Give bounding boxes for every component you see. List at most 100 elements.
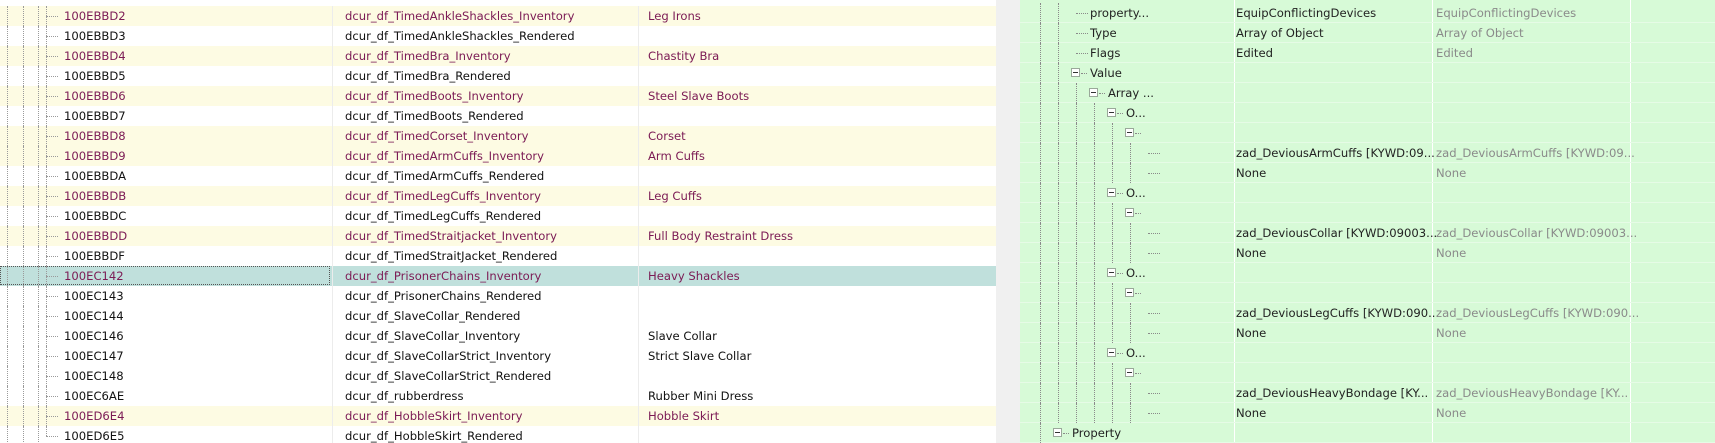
table-row[interactable]: 100ED6E5 dcur_df_HobbleSkirt_Rendered [0,426,996,443]
tree-row[interactable]: zad_DeviousLegCuffs [KYWD:090... zad_Devi… [1020,303,1715,323]
collapse-icon[interactable] [1125,208,1134,217]
tree-row[interactable]: None None [1020,163,1715,183]
editor-id-cell: dcur_df_TimedLegCuffs_Inventory [345,189,542,203]
table-row[interactable]: 100EBBD9 dcur_df_TimedArmCuffs_Inventory A… [0,146,996,166]
value-cell[interactable]: None [1236,403,1444,423]
collapse-icon[interactable] [1071,68,1080,77]
tree-row[interactable]: zad_DeviousHeavyBondage [KY... zad_Deviou… [1020,383,1715,403]
tree-guide-line [1112,223,1113,243]
column-divider [638,26,639,46]
value-cell[interactable]: zad_DeviousCollar [KYWD:09003... [1236,223,1444,243]
table-row[interactable]: 100EC143 dcur_df_PrisonerChains_Rendered [0,286,996,306]
table-row[interactable]: 100EBBD7 dcur_df_TimedBoots_Rendered [0,106,996,126]
value-cell[interactable]: None [1236,163,1444,183]
record-list[interactable]: 100EBBD2 dcur_df_TimedAnkleShackles_Inven… [0,0,996,443]
table-row[interactable]: 100EBBD5 dcur_df_TimedBra_Rendered [0,66,996,86]
table-row[interactable]: 100EBBD4 dcur_df_TimedBra_Inventory Chasti… [0,46,996,66]
tree-guide-line [1076,403,1077,423]
tree-row[interactable]: zad_DeviousCollar [KYWD:09003... zad_Devi… [1020,223,1715,243]
tree-guide-line [38,386,39,406]
tree-guide-line [1058,43,1059,63]
tree-row[interactable]: O... [1020,343,1715,363]
tree-guide-line [38,26,39,46]
value-cell[interactable]: Array of Object [1236,23,1444,43]
table-row[interactable]: 100EBBDA dcur_df_TimedArmCuffs_Rendered [0,166,996,186]
tree-guide-line [1076,203,1077,223]
tree-row[interactable] [1020,203,1715,223]
tree-row[interactable]: Flags Edited Edited [1020,43,1715,63]
column-divider [638,146,639,166]
tree-row[interactable]: None None [1020,243,1715,263]
table-row[interactable]: 100EBBDC dcur_df_TimedLegCuffs_Rendered [0,206,996,226]
collapse-icon[interactable] [1107,188,1116,197]
collapse-icon[interactable] [1107,268,1116,277]
value-cell[interactable]: zad_DeviousHeavyBondage [KY... [1236,383,1444,403]
form-id-cell: 100EC143 [64,289,124,303]
tree-guide-line [38,406,39,426]
table-row[interactable]: 100ED6E4 dcur_df_HobbleSkirt_Inventory Hob… [0,406,996,426]
tree-row[interactable]: None None [1020,323,1715,343]
tree-guide-line [1148,253,1160,254]
tree-row[interactable]: Property [1020,423,1715,443]
column-divider [638,346,639,366]
tree-guide-line [7,6,8,26]
tree-guide-line [1112,203,1113,223]
collapse-icon[interactable] [1089,88,1098,97]
tree-row[interactable] [1020,283,1715,303]
tree-row[interactable]: Type Array of Object Array of Object [1020,23,1715,43]
table-row[interactable]: 100EBBDF dcur_df_TimedStraitJacket_Render… [0,246,996,266]
tree-row[interactable]: None None [1020,403,1715,423]
table-row[interactable]: 100EC144 dcur_df_SlaveCollar_Rendered [0,306,996,326]
table-row[interactable]: 100EBBD3 dcur_df_TimedAnkleShackles_Rende… [0,26,996,46]
value-cell[interactable]: zad_DeviousLegCuffs [KYWD:090... [1236,303,1444,323]
tree-guide-line [1112,383,1113,403]
tree-guide-line [23,186,24,206]
table-row[interactable]: 100EC142 dcur_df_PrisonerChains_Inventory… [0,266,996,286]
collapse-icon[interactable] [1107,108,1116,117]
collapse-icon[interactable] [1125,288,1134,297]
pane-splitter[interactable] [996,0,1020,443]
tree-row[interactable]: O... [1020,263,1715,283]
tree-guide-line [1112,283,1113,303]
table-row[interactable]: 100EC146 dcur_df_SlaveCollar_Inventory Sla… [0,326,996,346]
collapse-icon[interactable] [1053,428,1062,437]
table-row[interactable]: 100EBBD2 dcur_df_TimedAnkleShackles_Inven… [0,6,996,26]
tree-guide-line [7,306,8,326]
table-row[interactable]: 100EBBDB dcur_df_TimedLegCuffs_Inventory L… [0,186,996,206]
original-value-cell: None [1436,166,1467,180]
tree-guide-line [7,66,8,86]
list-scrollbar[interactable] [1000,0,1012,443]
table-row[interactable]: 100EC148 dcur_df_SlaveCollarStrict_Render… [0,366,996,386]
tree-guide-line [1058,143,1059,163]
table-row[interactable]: 100EC6AE dcur_df_rubberdress Rubber Mini D… [0,386,996,406]
tree-row[interactable]: Value [1020,63,1715,83]
tree-guide-line [1094,243,1095,263]
collapse-icon[interactable] [1125,368,1134,377]
value-cell[interactable]: zad_DeviousArmCuffs [KYWD:09... [1236,143,1444,163]
value-cell[interactable]: Edited [1236,43,1444,63]
collapse-icon[interactable] [1107,348,1116,357]
table-row[interactable]: 100EBBD8 dcur_df_TimedCorset_Inventory Cor… [0,126,996,146]
tree-row[interactable]: property... EquipConflictingDevices EquipC… [1020,3,1715,23]
table-row[interactable]: 100EBBD6 dcur_df_TimedBoots_Inventory Stee… [0,86,996,106]
tree-guide-line [46,176,58,177]
tree-row[interactable]: O... [1020,183,1715,203]
collapse-icon[interactable] [1125,128,1134,137]
tree-guide-line [1058,183,1059,203]
tree-guide-line [1058,63,1059,83]
tree-row[interactable]: O... [1020,103,1715,123]
value-cell[interactable]: None [1236,243,1444,263]
tree-guide-line [46,296,58,297]
table-row[interactable]: 100EC147 dcur_df_SlaveCollarStrict_Invent… [0,346,996,366]
value-cell[interactable]: None [1236,323,1444,343]
tree-guide-line [46,6,47,26]
tree-row[interactable] [1020,363,1715,383]
tree-guide-line [1076,33,1088,34]
tree-row[interactable]: Array ... [1020,83,1715,103]
tree-row[interactable] [1020,123,1715,143]
tree-row[interactable]: zad_DeviousArmCuffs [KYWD:09... zad_Devio… [1020,143,1715,163]
name-cell: Steel Slave Boots [648,89,750,103]
record-view-tree[interactable]: property... EquipConflictingDevices EquipC… [1020,0,1715,443]
value-cell[interactable]: EquipConflictingDevices [1236,3,1444,23]
table-row[interactable]: 100EBBDD dcur_df_TimedStraitjacket_Invent… [0,226,996,246]
